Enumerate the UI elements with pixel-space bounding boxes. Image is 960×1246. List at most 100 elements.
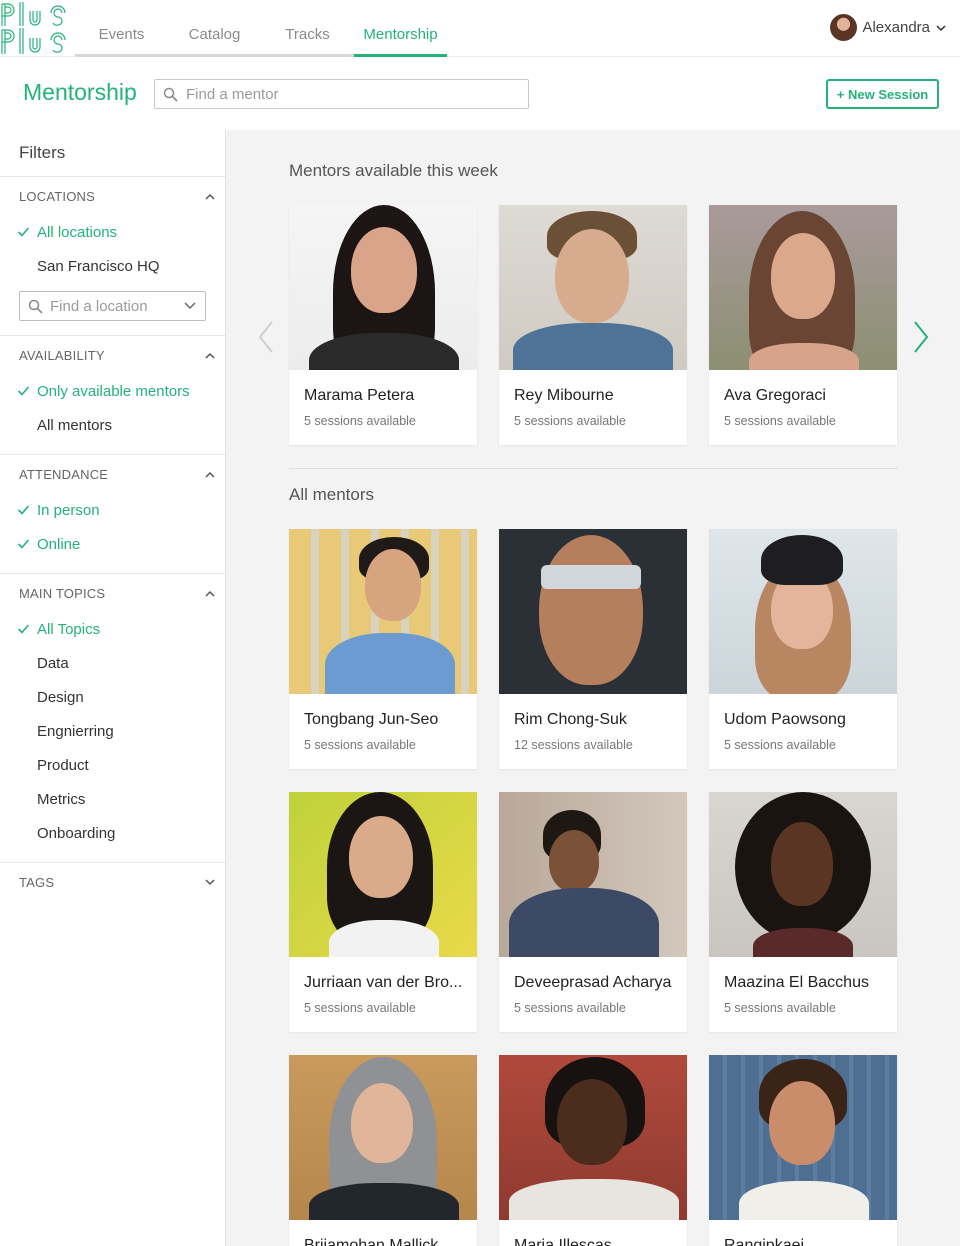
mentor-card[interactable]: Ava Gregoraci 5 sessions available [709,205,897,445]
tab-catalog[interactable]: Catalog [168,0,261,57]
mentor-card[interactable]: Marama Petera 5 sessions available [289,205,477,445]
checkmark-icon [17,386,30,396]
filter-option-label: Engnierring [37,722,114,740]
tab-events-label: Events [98,26,145,43]
mentor-name: Rangipkaei [724,1237,805,1246]
filter-option-engineering[interactable]: Engnierring [0,714,225,748]
mentor-sessions: 12 sessions available [514,738,633,752]
photo-face [365,549,421,621]
mentor-name: Tongbang Jun-Seo [304,711,439,728]
mentor-card[interactable]: Brijamohan Mallick [289,1055,477,1246]
mentor-name: Rey Mibourne [514,387,614,404]
section-header-availability[interactable]: AVAILABILITY [0,336,225,374]
photo-body [509,888,659,957]
filter-option-label: All locations [37,223,118,241]
mentor-card[interactable]: Rey Mibourne 5 sessions available [499,205,687,445]
mentor-card[interactable]: Rangipkaei [709,1055,897,1246]
checkmark-icon [17,539,30,549]
mentor-photo [709,529,897,694]
filters-title: Filters [0,130,225,177]
photo-body [329,920,439,957]
checkmark-icon [17,227,30,237]
mentor-photo [499,792,687,957]
photo-body [753,928,853,957]
photo-body [325,633,455,694]
photo-face [557,1079,627,1165]
filter-option-metrics[interactable]: Metrics [0,782,225,816]
mentor-photo [289,792,477,957]
mentor-photo [289,205,477,370]
filter-section-attendance: ATTENDANCE In person Online [0,455,225,574]
chevron-down-icon [936,24,946,31]
filter-option-label: Data [37,654,69,672]
filter-option-only-available[interactable]: Only available mentors [0,374,225,408]
filter-option-label: Metrics [37,790,86,808]
mentor-photo [709,1055,897,1220]
mentor-photo [709,792,897,957]
carousel-next-arrow-icon[interactable] [911,320,931,354]
filter-section-tags: TAGS [0,863,225,901]
filter-option-design[interactable]: Design [0,680,225,714]
user-menu[interactable]: Alexandra [830,14,946,41]
user-name: Alexandra [862,19,930,36]
tab-mentorship[interactable]: Mentorship [354,0,447,57]
mentor-card[interactable]: Jurriaan van der Bro... 5 sessions avail… [289,792,477,1032]
tab-underline [261,54,354,57]
mentor-card[interactable]: Udom Paowsong 5 sessions available [709,529,897,769]
filter-option-data[interactable]: Data [0,646,225,680]
mentor-card[interactable]: Tongbang Jun-Seo 5 sessions available [289,529,477,769]
tab-mentorship-label: Mentorship [363,26,438,43]
mentor-name: Brijamohan Mallick [304,1237,439,1246]
photo-face [771,233,835,319]
mentor-card[interactable]: Maria Illescas [499,1055,687,1246]
mentor-card[interactable]: Maazina El Bacchus 5 sessions available [709,792,897,1032]
filter-option-in-person[interactable]: In person [0,493,225,527]
filter-option-san-francisco-hq[interactable]: San Francisco HQ [0,249,225,283]
mentor-name: Udom Paowsong [724,711,846,728]
location-search-dropdown[interactable] [19,291,206,321]
filter-option-all-topics[interactable]: All Topics [0,612,225,646]
photo-face [351,227,417,313]
chevron-up-icon [205,471,215,478]
tab-events[interactable]: Events [75,0,168,57]
filter-option-label: Design [37,688,84,706]
filter-section-locations: LOCATIONS All locations San Francisco HQ [0,177,225,336]
section-heading: TAGS [19,874,55,890]
filter-option-label: San Francisco HQ [37,257,160,275]
filter-option-label: Onboarding [37,824,116,842]
mentor-sessions: 5 sessions available [724,1001,836,1015]
mentor-sessions: 5 sessions available [514,1001,626,1015]
location-search-input[interactable] [50,297,170,315]
mentor-sessions: 5 sessions available [304,1001,416,1015]
search-input[interactable] [186,85,506,103]
mentor-name: Marama Petera [304,387,415,404]
tab-underline [75,54,168,57]
filter-option-all-locations[interactable]: All locations [0,215,225,249]
carousel-prev-arrow-icon[interactable] [256,320,276,354]
filter-option-label: All Topics [37,620,101,638]
section-heading: MAIN TOPICS [19,585,106,601]
mentors-content: Mentors available this week Marama Peter… [226,130,960,1246]
filter-option-all-mentors[interactable]: All mentors [0,408,225,442]
filters-sidebar: Filters LOCATIONS All locations San Fran… [0,130,226,1246]
mentor-search-box[interactable] [154,79,529,109]
section-header-tags[interactable]: TAGS [0,863,225,901]
filter-option-online[interactable]: Online [0,527,225,561]
photo-face [771,822,833,906]
photo-sunglasses [541,565,641,589]
new-session-button[interactable]: + New Session [826,79,939,109]
mentor-card[interactable]: Rim Chong-Suk 12 sessions available [499,529,687,769]
filter-option-onboarding[interactable]: Onboarding [0,816,225,850]
filter-option-product[interactable]: Product [0,748,225,782]
checkmark-icon [17,505,30,515]
plusplus-logo[interactable] [0,2,70,56]
mentor-name: Maazina El Bacchus [724,974,869,991]
section-header-main-topics[interactable]: MAIN TOPICS [0,574,225,612]
page-title: Mentorship [23,79,137,105]
mentor-card[interactable]: Deveeprasad Acharya 5 sessions available [499,792,687,1032]
section-header-attendance[interactable]: ATTENDANCE [0,455,225,493]
tab-tracks[interactable]: Tracks [261,0,354,57]
mentor-sessions: 5 sessions available [304,738,416,752]
section-heading: ATTENDANCE [19,466,109,482]
section-header-locations[interactable]: LOCATIONS [0,177,225,215]
